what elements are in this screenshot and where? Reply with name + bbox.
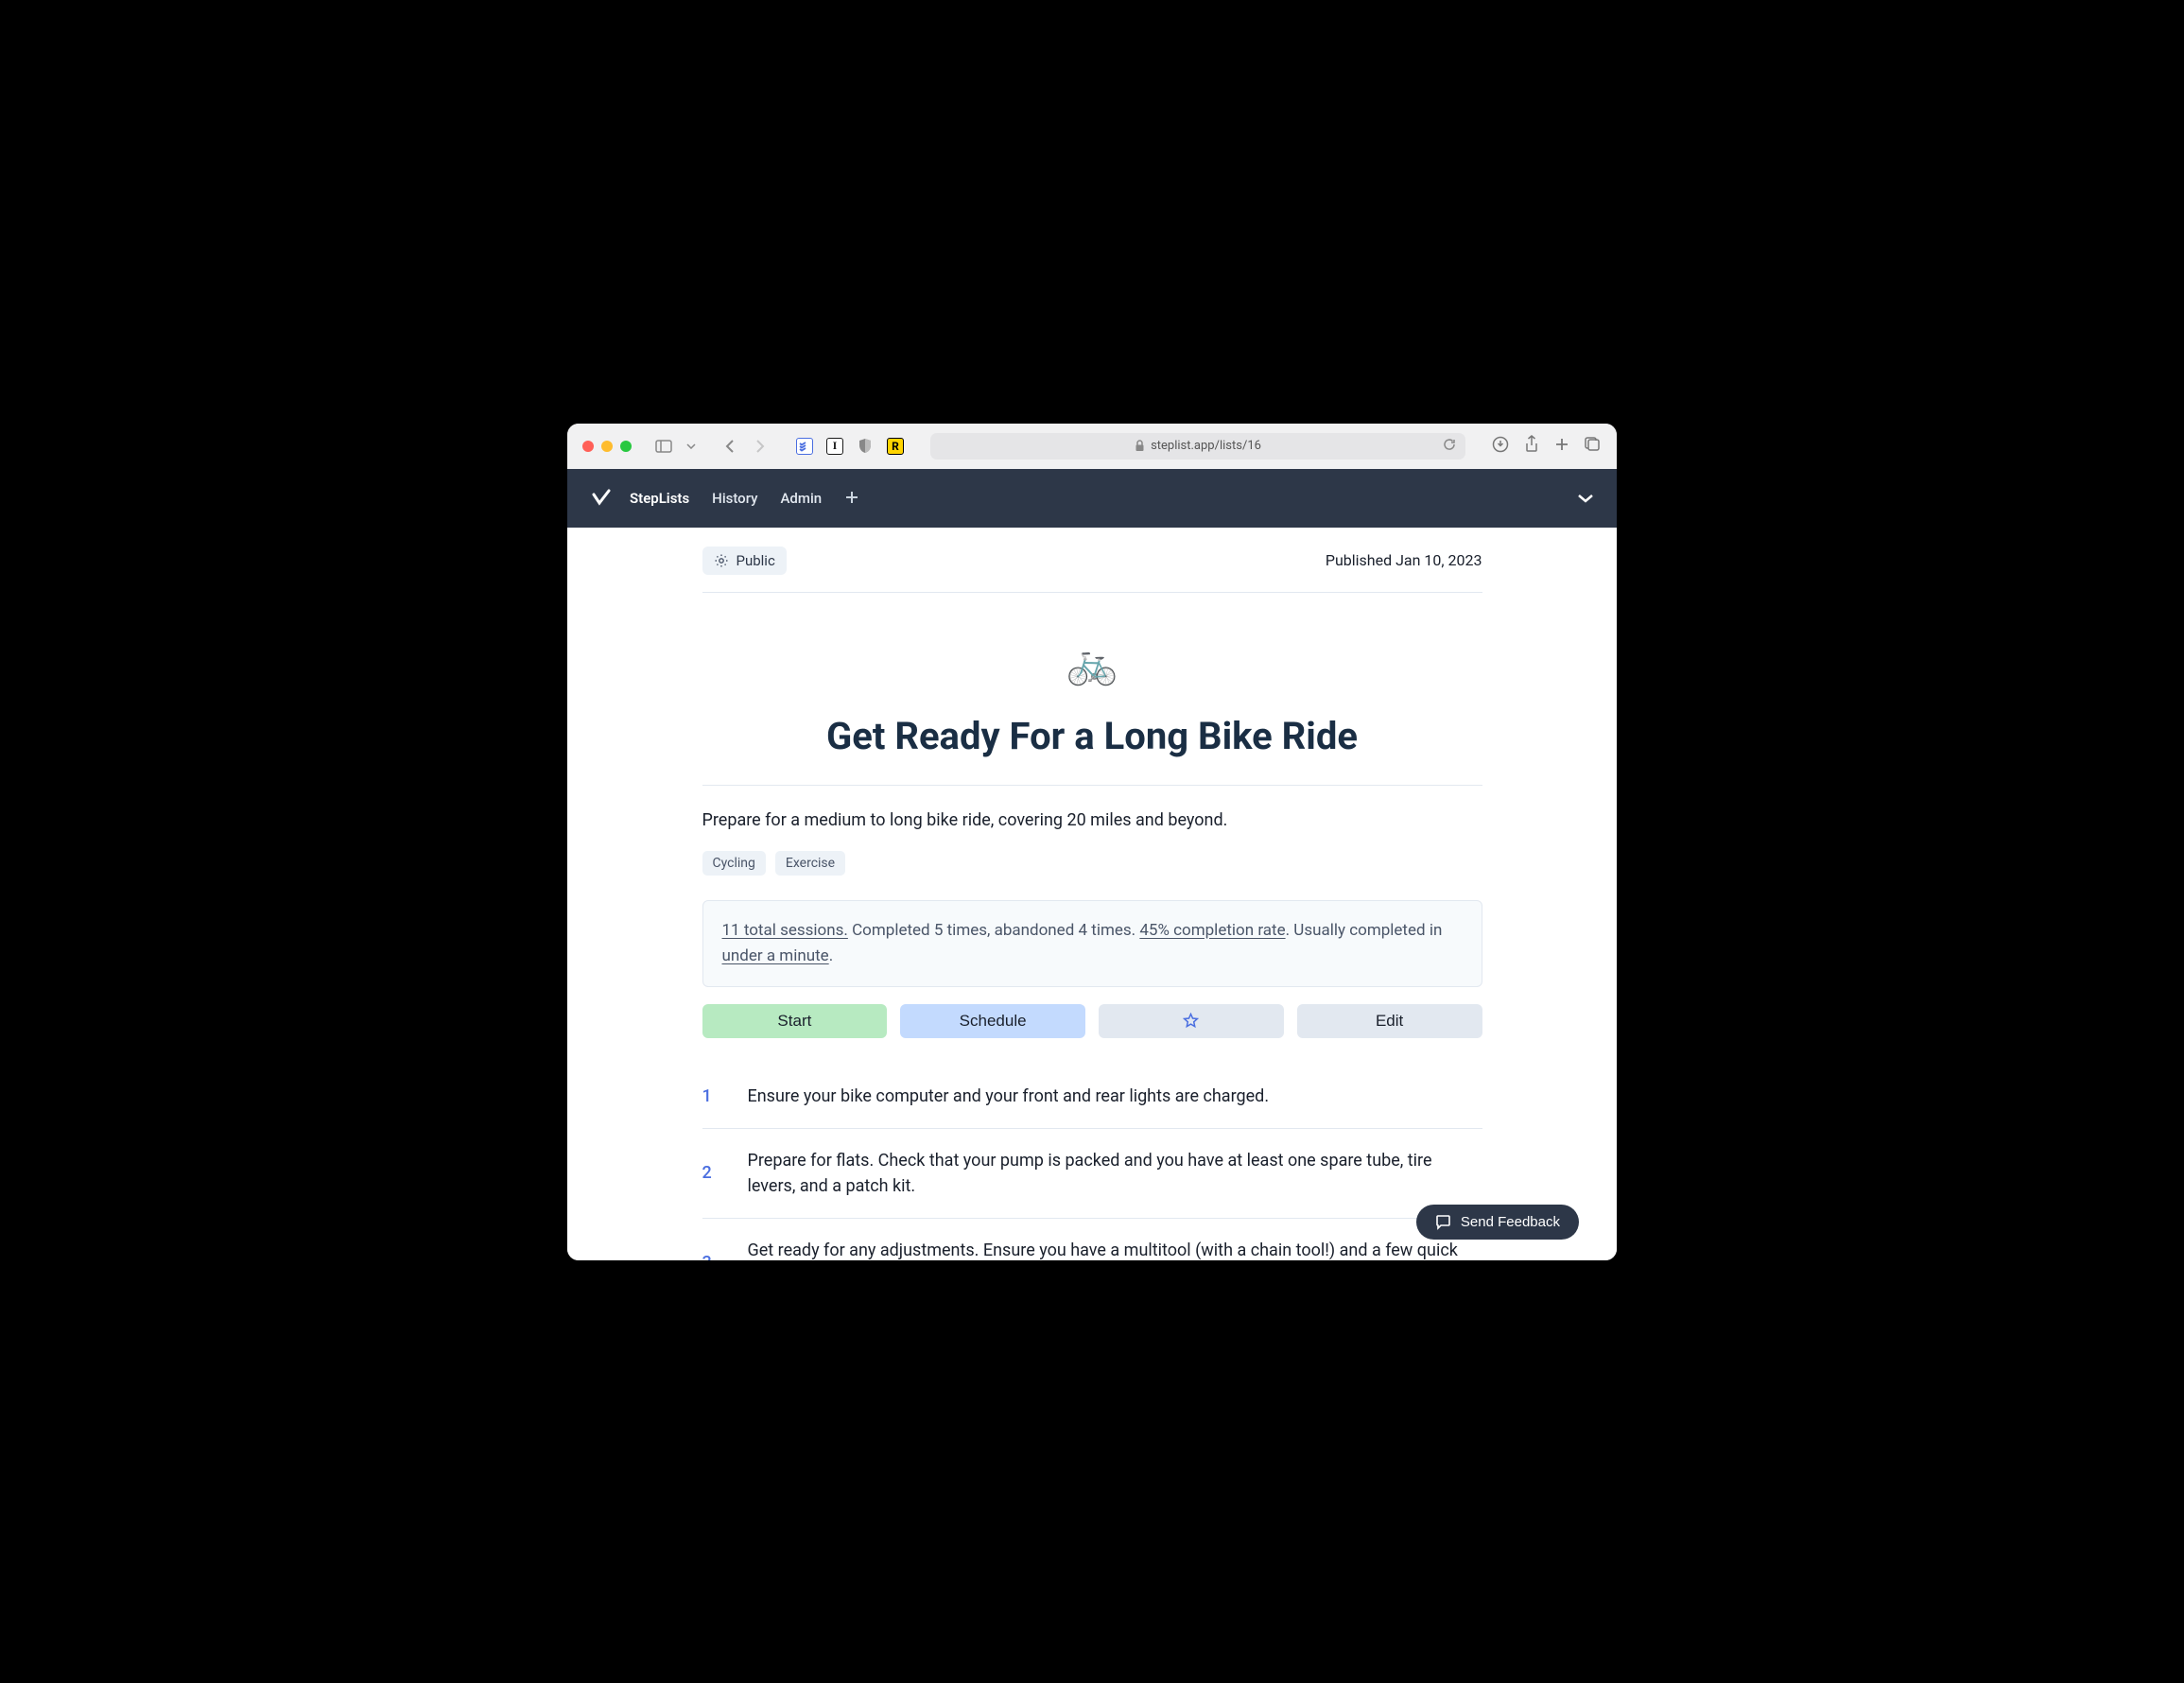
new-tab-icon[interactable] xyxy=(1554,437,1569,456)
schedule-button[interactable]: Schedule xyxy=(900,1004,1085,1038)
refresh-icon[interactable] xyxy=(1443,438,1456,455)
share-icon[interactable] xyxy=(1524,435,1539,458)
stats-end: . xyxy=(829,946,833,965)
published-date: Published Jan 10, 2023 xyxy=(1326,551,1482,569)
start-button[interactable]: Start xyxy=(702,1004,888,1038)
page-title: Get Ready For a Long Bike Ride xyxy=(702,714,1482,786)
nav-admin[interactable]: Admin xyxy=(780,490,822,507)
stats-box: 11 total sessions. Completed 5 times, ab… xyxy=(702,900,1482,987)
stats-middle: Completed 5 times, abandoned 4 times. xyxy=(848,921,1139,940)
chat-icon xyxy=(1435,1214,1451,1230)
minimize-window-button[interactable] xyxy=(601,441,613,452)
tabs-icon[interactable] xyxy=(1585,436,1602,457)
stats-after-rate: . Usually completed in xyxy=(1286,921,1443,940)
extension-todoist-icon[interactable] xyxy=(796,438,813,455)
downloads-icon[interactable] xyxy=(1492,436,1509,457)
stats-completion-link[interactable]: 45% completion rate xyxy=(1139,921,1285,940)
step-item: 1 Ensure your bike computer and your fro… xyxy=(702,1065,1482,1129)
gear-icon xyxy=(714,553,729,568)
step-number: 3 xyxy=(702,1253,718,1259)
traffic-lights xyxy=(582,441,632,452)
step-item: 2 Prepare for flats. Check that your pum… xyxy=(702,1129,1482,1219)
lock-icon xyxy=(1135,440,1145,452)
page-description: Prepare for a medium to long bike ride, … xyxy=(702,810,1482,830)
feedback-label: Send Feedback xyxy=(1461,1214,1560,1230)
step-item: 3 Get ready for any adjustments. Ensure … xyxy=(702,1219,1482,1260)
browser-window: I R steplist.app/lists/16 xyxy=(567,424,1617,1260)
chevron-down-icon[interactable] xyxy=(685,436,698,457)
meta-row: Public Published Jan 10, 2023 xyxy=(702,547,1482,593)
nav-steplists[interactable]: StepLists xyxy=(630,490,689,507)
star-button[interactable] xyxy=(1099,1004,1284,1038)
extension-instapaper-icon[interactable]: I xyxy=(826,438,843,455)
forward-button[interactable] xyxy=(747,436,773,457)
step-number: 1 xyxy=(702,1086,718,1106)
nav-history[interactable]: History xyxy=(712,490,757,507)
step-text: Prepare for flats. Check that your pump … xyxy=(748,1148,1482,1199)
page-content: Public Published Jan 10, 2023 🚲 Get Read… xyxy=(567,528,1617,1260)
browser-chrome: I R steplist.app/lists/16 xyxy=(567,424,1617,469)
action-row: Start Schedule Edit xyxy=(702,1004,1482,1038)
visibility-badge[interactable]: Public xyxy=(702,547,787,575)
step-number: 2 xyxy=(702,1163,718,1183)
step-text: Get ready for any adjustments. Ensure yo… xyxy=(748,1238,1482,1260)
tag-exercise[interactable]: Exercise xyxy=(775,851,845,876)
steps-list: 1 Ensure your bike computer and your fro… xyxy=(702,1065,1482,1260)
app-navbar: StepLists History Admin xyxy=(567,469,1617,528)
tags-row: Cycling Exercise xyxy=(702,851,1482,876)
star-icon xyxy=(1183,1013,1199,1029)
step-text: Ensure your bike computer and your front… xyxy=(748,1084,1482,1109)
url-text: steplist.app/lists/16 xyxy=(1151,439,1261,453)
visibility-label: Public xyxy=(737,552,775,569)
extension-r-icon[interactable]: R xyxy=(887,438,904,455)
maximize-window-button[interactable] xyxy=(620,441,632,452)
edit-button[interactable]: Edit xyxy=(1297,1004,1482,1038)
tag-cycling[interactable]: Cycling xyxy=(702,851,766,876)
url-bar[interactable]: steplist.app/lists/16 xyxy=(930,433,1465,460)
close-window-button[interactable] xyxy=(582,441,594,452)
stats-sessions-link[interactable]: 11 total sessions. xyxy=(722,921,848,940)
hero-icon: 🚲 xyxy=(702,638,1482,687)
stats-time-link[interactable]: under a minute xyxy=(722,946,829,965)
send-feedback-button[interactable]: Send Feedback xyxy=(1416,1205,1579,1240)
extension-shield-icon[interactable] xyxy=(857,438,874,455)
sidebar-icon[interactable] xyxy=(650,436,677,457)
app-logo[interactable] xyxy=(590,487,613,510)
nav-add-button[interactable] xyxy=(844,487,859,510)
back-button[interactable] xyxy=(717,436,743,457)
nav-menu-toggle[interactable] xyxy=(1577,489,1594,507)
